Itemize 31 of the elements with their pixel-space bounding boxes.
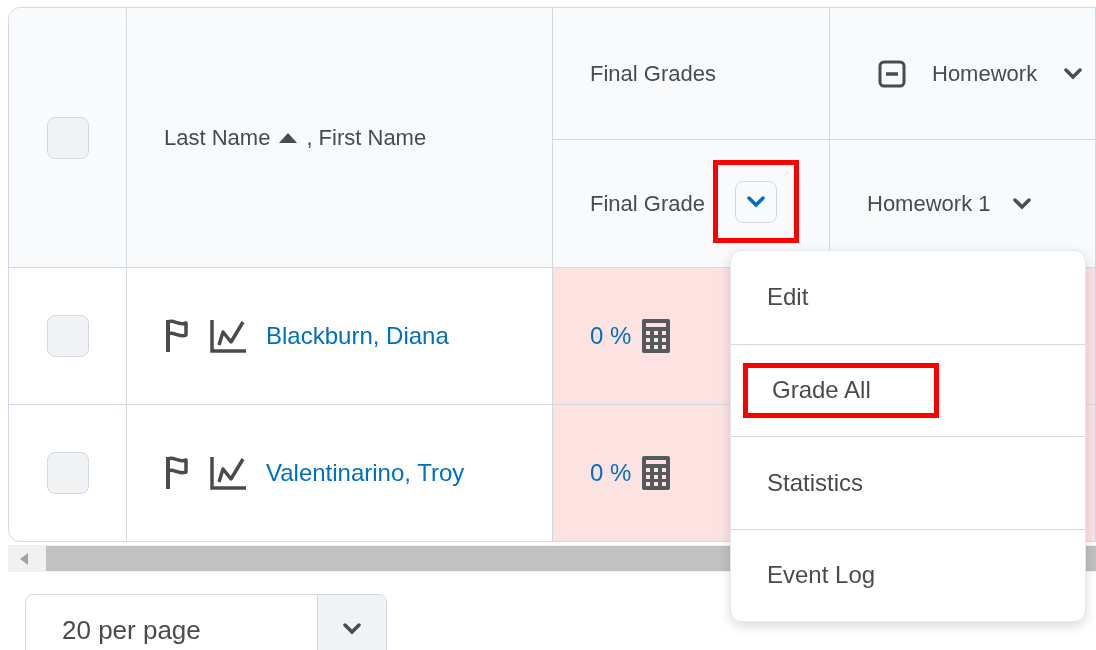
grade-value[interactable]: 0 % [590, 455, 632, 491]
column-menu-button[interactable] [735, 180, 777, 223]
chevron-down-icon [1012, 197, 1033, 210]
checkbox[interactable] [46, 315, 89, 357]
menu-item[interactable]: Edit [743, 269, 939, 325]
chevron-down-icon [746, 195, 766, 208]
line-chart-icon[interactable] [210, 318, 246, 354]
calculator-icon[interactable] [641, 455, 672, 491]
column-header[interactable]: , First Name [306, 121, 427, 154]
group-header: Homework [932, 60, 1038, 88]
flag-icon[interactable] [164, 455, 190, 491]
calculator-icon[interactable] [641, 318, 672, 354]
checkbox[interactable] [46, 116, 89, 159]
chevron-down-icon [342, 623, 362, 635]
column-header: Final Grade [590, 190, 705, 218]
line-chart-icon[interactable] [210, 455, 246, 491]
student-name-link[interactable]: Valentinarino, Troy [266, 455, 465, 491]
chevron-down-icon [1063, 67, 1084, 80]
sort-ascending-icon[interactable] [278, 131, 299, 144]
column-header: Homework 1 [867, 190, 991, 218]
group-header: Final Grades [590, 60, 716, 88]
grade-value[interactable]: 0 % [590, 318, 632, 354]
menu-item[interactable]: Event Log [743, 547, 939, 603]
collapse-icon[interactable] [878, 59, 906, 88]
student-name-link[interactable]: Blackburn, Diana [266, 318, 449, 354]
flag-icon[interactable] [164, 318, 190, 354]
menu-item[interactable]: Grade All [743, 362, 939, 418]
page-size-select[interactable]: 20 per page [25, 594, 387, 650]
menu-item[interactable]: Statistics [743, 455, 939, 511]
checkbox[interactable] [46, 452, 89, 494]
column-header[interactable]: Last Name [164, 121, 271, 154]
